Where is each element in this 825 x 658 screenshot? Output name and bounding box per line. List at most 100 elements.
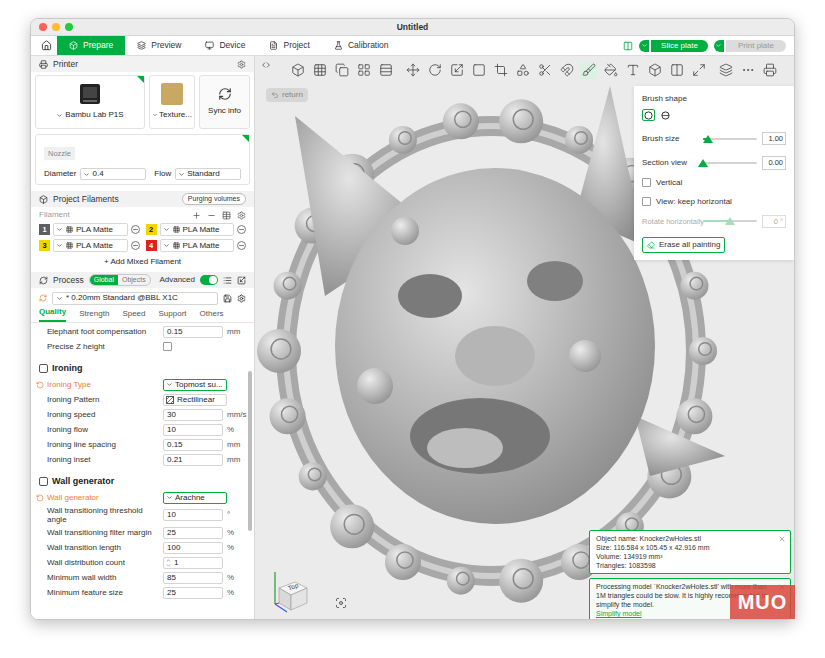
tool-button[interactable] — [624, 62, 641, 79]
checkbox[interactable] — [642, 178, 651, 187]
filament-select[interactable]: PLA Matte — [53, 223, 128, 236]
tool-button[interactable] — [514, 62, 531, 79]
erase-all-painting-button[interactable]: Erase all painting — [642, 237, 725, 253]
scrollbar-thumb[interactable] — [248, 371, 252, 531]
increment-icon[interactable] — [166, 558, 171, 563]
tool-button[interactable] — [646, 62, 663, 79]
brush-shape-option[interactable] — [642, 109, 655, 121]
save-icon[interactable] — [223, 294, 232, 303]
number-input[interactable]: 10 — [163, 424, 223, 436]
number-input[interactable]: 85 — [163, 572, 223, 584]
top-tab[interactable]: Preview — [125, 36, 193, 55]
tool-button[interactable] — [404, 62, 421, 79]
brush-shape-option[interactable] — [659, 109, 672, 121]
close-window-button[interactable] — [39, 23, 47, 31]
filament-row[interactable]: 3PLA Matte — [39, 239, 140, 252]
gear-icon[interactable] — [237, 60, 246, 69]
checkbox[interactable] — [642, 197, 651, 206]
gear-icon[interactable] — [237, 294, 246, 303]
slice-dropdown[interactable] — [639, 40, 649, 52]
print-dropdown[interactable] — [714, 40, 724, 52]
remove-filament-icon[interactable] — [237, 241, 246, 250]
tool-button[interactable] — [448, 62, 465, 79]
filament-row[interactable]: 1PLA Matte — [39, 223, 140, 236]
slider-thumb[interactable] — [698, 159, 708, 167]
focus-icon[interactable] — [335, 597, 347, 609]
select-input[interactable]: Arachne — [163, 492, 227, 504]
add-icon[interactable] — [192, 211, 201, 220]
minimize-window-button[interactable] — [52, 23, 60, 31]
scope-option[interactable]: Objects — [118, 275, 150, 286]
table-icon[interactable] — [222, 211, 231, 220]
number-input[interactable]: 30 — [163, 409, 223, 421]
top-tab[interactable]: Device — [193, 36, 257, 55]
compare-icon[interactable] — [237, 276, 246, 285]
checkbox-row[interactable]: Vertical — [642, 177, 786, 189]
plate-card[interactable]: Texture... — [149, 75, 195, 129]
filament-select[interactable]: PLA Matte — [53, 239, 128, 252]
close-icon[interactable] — [778, 535, 786, 543]
number-input[interactable]: 100 — [163, 542, 223, 554]
tool-button[interactable] — [536, 62, 553, 79]
process-tab[interactable]: Support — [159, 308, 187, 322]
tool-button[interactable] — [690, 62, 707, 79]
gear-icon[interactable] — [237, 211, 246, 220]
filament-row[interactable]: 4PLA Matte — [146, 239, 247, 252]
sync-info-button[interactable]: Sync info — [199, 75, 250, 129]
remove-filament-icon[interactable] — [237, 225, 246, 234]
filament-select[interactable]: PLA Matte — [160, 239, 235, 252]
purging-volumes-button[interactable]: Purging volumes — [182, 193, 246, 206]
decrement-icon[interactable] — [166, 563, 171, 568]
tool-button[interactable] — [377, 62, 394, 79]
scope-option[interactable]: Global — [90, 275, 118, 286]
tool-button[interactable] — [717, 62, 734, 79]
number-input[interactable]: 10 — [163, 509, 223, 521]
top-tab[interactable]: Calibration — [322, 36, 401, 55]
number-input[interactable]: 0.15 — [163, 439, 223, 451]
tool-button[interactable] — [558, 62, 575, 79]
list-icon[interactable] — [223, 276, 232, 285]
tool-button[interactable] — [602, 62, 619, 79]
zoom-window-button[interactable] — [65, 23, 73, 31]
process-tab[interactable]: Quality — [39, 306, 66, 322]
checkbox-row[interactable]: View: keep horizontal — [642, 196, 786, 208]
reset-icon[interactable] — [36, 381, 44, 389]
advanced-switch[interactable] — [200, 275, 218, 285]
slider-value[interactable]: 1.00 — [762, 132, 786, 145]
number-input[interactable]: 0.21 — [163, 454, 223, 466]
spin-input[interactable]: 1 — [163, 557, 223, 569]
slider-value[interactable]: 0.00 — [762, 156, 786, 169]
number-input[interactable]: 0.15 — [163, 326, 223, 338]
reset-icon[interactable] — [36, 494, 44, 502]
slice-plate-button[interactable]: Slice plate — [651, 40, 708, 52]
slider-thumb[interactable] — [703, 135, 713, 143]
printer-card[interactable]: Bambu Lab P1S — [35, 75, 145, 129]
layout-icon[interactable] — [623, 41, 633, 51]
return-button[interactable]: return — [266, 88, 308, 102]
tool-button[interactable] — [289, 62, 306, 79]
collapse-sidebar-icon[interactable] — [261, 60, 271, 70]
tool-button[interactable] — [333, 62, 350, 79]
process-tab[interactable]: Strength — [79, 308, 109, 322]
tool-button[interactable] — [580, 62, 597, 79]
top-tab[interactable]: Project — [257, 36, 321, 55]
reset-preset-icon[interactable] — [39, 294, 47, 302]
remove-icon[interactable] — [207, 211, 216, 220]
tool-button[interactable] — [470, 62, 487, 79]
process-tab[interactable]: Others — [200, 308, 224, 322]
process-tab[interactable]: Speed — [122, 308, 145, 322]
slider[interactable] — [703, 134, 757, 144]
flow-select[interactable]: Standard — [175, 168, 241, 180]
3d-viewport[interactable]: returnBrush shapeBrush size1.00Section v… — [255, 56, 794, 619]
filament-row[interactable]: 2PLA Matte — [146, 223, 247, 236]
tool-button[interactable] — [355, 62, 372, 79]
add-mixed-filament-button[interactable]: + Add Mixed Filament — [31, 256, 254, 268]
home-button[interactable] — [35, 36, 57, 55]
tool-button[interactable] — [739, 62, 756, 79]
navigation-cube[interactable]: Top — [265, 568, 311, 614]
preset-select[interactable]: * 0.20mm Standard @BBL X1C — [52, 292, 218, 305]
tool-button[interactable] — [668, 62, 685, 79]
checkbox[interactable] — [163, 342, 172, 351]
number-input[interactable]: 25 — [163, 527, 223, 539]
top-tab[interactable]: Prepare — [57, 36, 125, 55]
